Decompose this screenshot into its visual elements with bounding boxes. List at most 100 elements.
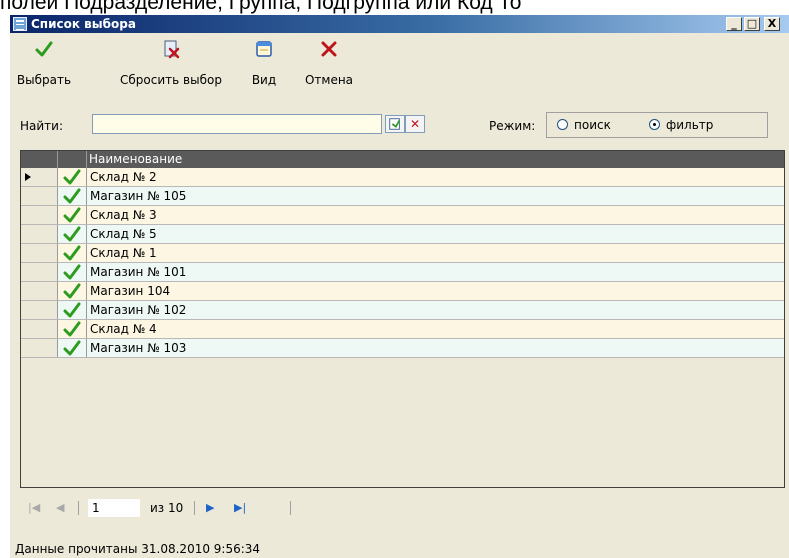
row-checkbox[interactable]	[58, 244, 87, 262]
row-name: Магазин № 105	[90, 189, 187, 203]
row-name: Магазин № 101	[90, 265, 187, 279]
row-name: Магазин № 103	[90, 341, 187, 355]
table-row[interactable]: Магазин № 105	[21, 187, 784, 206]
select-button[interactable]: Выбрать	[12, 33, 76, 89]
mode-filter-label: фильтр	[666, 118, 714, 132]
view-button[interactable]: Вид	[246, 33, 282, 89]
minimize-button[interactable]: _	[726, 17, 742, 31]
table-row[interactable]: Склад № 4	[21, 320, 784, 339]
cancel-label: Отмена	[304, 73, 354, 87]
select-label: Выбрать	[16, 73, 72, 87]
green-checkmark-icon	[63, 340, 81, 356]
apply-search-button[interactable]	[385, 115, 405, 133]
reset-selection-label: Сбросить выбор	[120, 73, 222, 87]
mode-label: Режим:	[489, 119, 536, 133]
radio-selected-icon	[649, 119, 660, 130]
table-row[interactable]: Магазин № 101	[21, 263, 784, 282]
row-name: Склад № 3	[90, 208, 157, 222]
clear-x-icon: ✕	[409, 117, 421, 131]
row-indicator[interactable]	[21, 282, 58, 300]
row-indicator[interactable]	[21, 263, 58, 281]
indicator-column-header	[21, 151, 58, 168]
mode-radio-group: поиск фильтр	[546, 112, 768, 138]
clear-search-button[interactable]: ✕	[405, 115, 425, 133]
row-checkbox[interactable]	[58, 225, 87, 243]
green-checkmark-icon	[63, 188, 81, 204]
cancel-button[interactable]: Отмена	[299, 33, 359, 89]
green-checkmark-icon	[63, 226, 81, 242]
find-input[interactable]	[92, 114, 382, 134]
page-number-input[interactable]	[88, 499, 140, 517]
table-row[interactable]: Магазин 104	[21, 282, 784, 301]
green-checkmark-icon	[63, 264, 81, 280]
row-name: Склад № 1	[90, 246, 157, 260]
table-row[interactable]: Склад № 2	[21, 168, 784, 187]
row-checkbox[interactable]	[58, 339, 87, 357]
maximize-button[interactable]: □	[744, 17, 760, 31]
row-name: Склад № 2	[90, 170, 157, 184]
green-checkmark-icon	[63, 169, 81, 185]
nav-divider	[194, 501, 195, 515]
grid-header: Наименование	[21, 151, 784, 168]
close-button[interactable]: X	[764, 17, 780, 31]
prev-page-icon[interactable]: ◀	[56, 501, 64, 515]
table-row[interactable]: Магазин № 103	[21, 339, 784, 358]
name-column-header[interactable]: Наименование	[89, 152, 182, 167]
find-label: Найти:	[20, 119, 64, 133]
row-checkbox[interactable]	[58, 320, 87, 338]
table-row[interactable]: Склад № 1	[21, 244, 784, 263]
row-checkbox[interactable]	[58, 168, 87, 186]
last-page-icon[interactable]: ▶|	[234, 501, 246, 515]
row-checkbox[interactable]	[58, 301, 87, 319]
selection-list-window: Список выбора _ □ X Выбрать Сбросить выб…	[10, 15, 789, 558]
green-checkmark-icon	[63, 207, 81, 223]
cancel-x-icon	[321, 41, 337, 57]
table-row[interactable]: Магазин № 102	[21, 301, 784, 320]
reset-selection-button[interactable]: Сбросить выбор	[110, 33, 232, 89]
row-checkbox[interactable]	[58, 206, 87, 224]
row-indicator[interactable]	[21, 244, 58, 262]
first-page-icon[interactable]: |◀	[28, 501, 40, 515]
radio-circle-icon	[557, 119, 568, 130]
green-checkmark-icon	[63, 245, 81, 261]
mode-filter-radio[interactable]: фильтр	[649, 118, 713, 132]
green-checkmark-icon	[63, 283, 81, 299]
next-page-icon[interactable]: ▶	[206, 501, 214, 515]
page-of-label: из 10	[150, 501, 184, 515]
items-grid: Наименование Склад № 2 Магазин № 105 Склад…	[20, 150, 785, 488]
row-indicator[interactable]	[21, 339, 58, 357]
current-row-arrow-icon	[25, 173, 31, 181]
nav-divider	[78, 501, 79, 515]
reset-document-icon	[164, 40, 180, 59]
mode-search-label: поиск	[574, 118, 611, 132]
row-indicator[interactable]	[21, 206, 58, 224]
row-checkbox[interactable]	[58, 187, 87, 205]
window-title: Список выбора	[31, 17, 136, 31]
row-indicator[interactable]	[21, 301, 58, 319]
row-checkbox[interactable]	[58, 282, 87, 300]
nav-divider	[290, 501, 291, 515]
row-name: Склад № 4	[90, 322, 157, 336]
check-column-header[interactable]	[58, 151, 87, 168]
row-checkbox[interactable]	[58, 263, 87, 281]
row-indicator[interactable]	[21, 225, 58, 243]
mode-search-radio[interactable]: поиск	[557, 118, 611, 132]
table-row[interactable]: Склад № 5	[21, 225, 784, 244]
row-indicator[interactable]	[21, 187, 58, 205]
background-document-text: полей Подразделение, Группа, Подгруппа и…	[0, 0, 522, 14]
table-row[interactable]: Склад № 3	[21, 206, 784, 225]
title-bar[interactable]: Список выбора _ □ X	[10, 15, 789, 33]
row-name: Магазин № 102	[90, 303, 187, 317]
view-window-icon	[256, 41, 272, 57]
row-indicator[interactable]	[21, 168, 58, 186]
status-bar-text: Данные прочитаны 31.08.2010 9:56:34	[15, 542, 261, 556]
checkmark-icon	[35, 41, 53, 57]
apply-search-icon	[389, 118, 401, 130]
view-label: Вид	[251, 73, 277, 87]
window-app-icon	[13, 17, 27, 31]
green-checkmark-icon	[63, 302, 81, 318]
record-navigator: |◀ ◀ из 10 ▶ ▶|	[20, 497, 310, 519]
toolbar: Выбрать Сбросить выбор Вид Отмена	[10, 33, 789, 91]
row-name: Склад № 5	[90, 227, 157, 241]
row-indicator[interactable]	[21, 320, 58, 338]
